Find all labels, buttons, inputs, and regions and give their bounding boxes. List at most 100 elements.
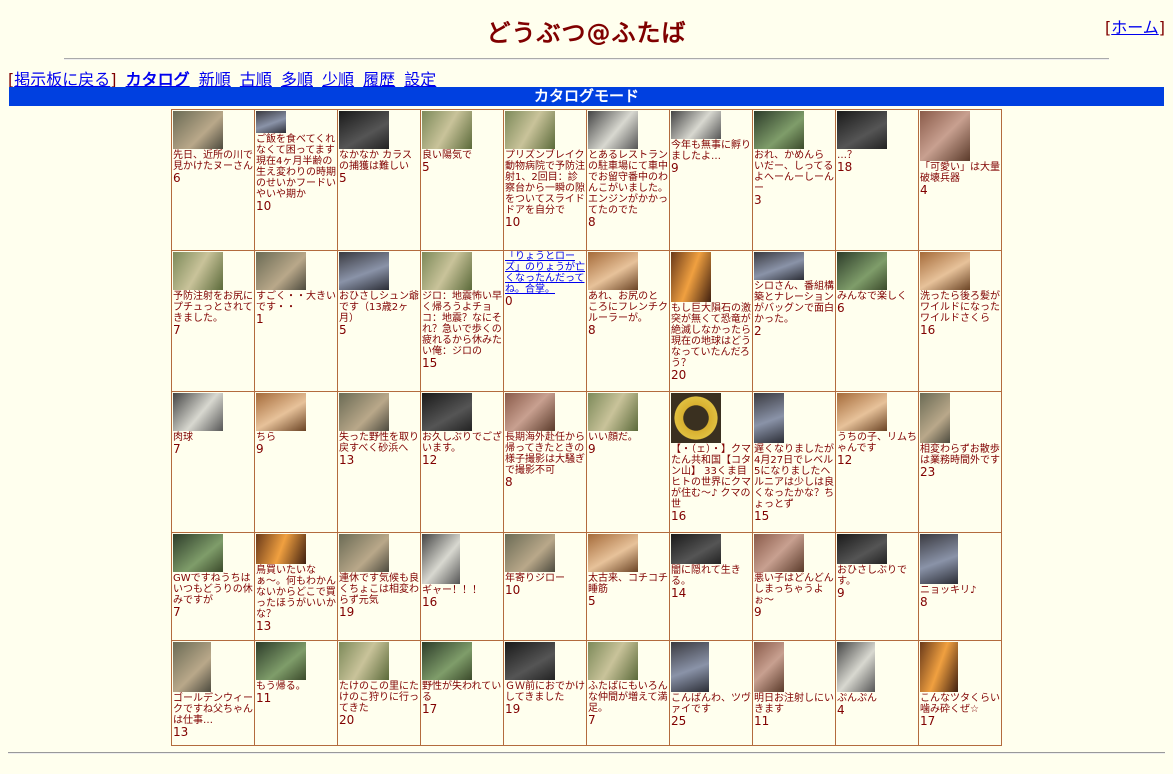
thread-cell[interactable]: たけのこの里にたけのこ狩りに行ってきた 20 bbox=[337, 640, 421, 746]
thread-cell[interactable]: ご飯を食べてくれなくて困ってます現在4ヶ月半齢の生え変わりの時期のせいかフードい… bbox=[254, 109, 338, 251]
thread-thumbnail[interactable] bbox=[588, 111, 638, 149]
thread-thumbnail[interactable] bbox=[754, 534, 804, 572]
thread-thumbnail[interactable] bbox=[920, 642, 958, 692]
thread-thumbnail[interactable] bbox=[671, 534, 721, 564]
thread-cell[interactable]: 先日、近所の川で見かけたヌーさん 6 bbox=[171, 109, 255, 251]
thread-thumbnail[interactable] bbox=[173, 393, 223, 431]
thread-cell[interactable]: こんばんわ、ツヴァイです 25 bbox=[669, 640, 753, 746]
thread-thumbnail[interactable] bbox=[837, 534, 887, 564]
thread-cell[interactable]: あれ、お尻のところにフレンチクルーラーが。 8 bbox=[586, 250, 670, 392]
thread-cell[interactable]: 肉球 7 bbox=[171, 391, 255, 533]
thread-cell[interactable]: ふたばにもいろんな仲間が増えて満足。 7 bbox=[586, 640, 670, 746]
thread-cell[interactable]: 太古来、コチコチ睡筋 5 bbox=[586, 532, 670, 641]
thread-cell[interactable]: みんなで楽しく 6 bbox=[835, 250, 919, 392]
thread-cell[interactable]: 鳥買いたいなぁ〜。何もわかんないからどこで買ったほうがいいかな？ 13 bbox=[254, 532, 338, 641]
thread-thumbnail[interactable] bbox=[339, 111, 389, 149]
thread-thumbnail[interactable] bbox=[173, 534, 223, 572]
thread-thumbnail[interactable] bbox=[422, 252, 472, 290]
thread-thumbnail[interactable] bbox=[754, 252, 804, 280]
thread-thumbnail[interactable] bbox=[422, 393, 472, 431]
thread-cell[interactable]: ニョッキリ♪ 8 bbox=[918, 532, 1002, 641]
thread-thumbnail[interactable] bbox=[256, 642, 306, 680]
thread-cell[interactable]: ギャー！！！ 16 bbox=[420, 532, 504, 641]
thread-thumbnail[interactable] bbox=[837, 393, 887, 431]
thread-cell[interactable]: おひさしシュン爺です（13歳2ヶ月） 5 bbox=[337, 250, 421, 392]
thread-cell[interactable]: 年寄りジロー 10 bbox=[503, 532, 587, 641]
thread-caption[interactable]: 「りょうとローズ」のりょうが亡くなったんだってね。合掌。 bbox=[505, 252, 586, 296]
thread-thumbnail[interactable] bbox=[339, 642, 389, 680]
thread-cell[interactable]: ジロ：地震怖い早く帰ろうよチョコ：地震？なにそれ？急いで歩くの疲れるから休みたい… bbox=[420, 250, 504, 392]
thread-cell[interactable]: うちの子、リムちゃんです 12 bbox=[835, 391, 919, 533]
thread-thumbnail[interactable] bbox=[671, 393, 721, 443]
thread-cell[interactable]: おれ、かめんらいだー、しってるよへーんーしーんー 3 bbox=[752, 109, 836, 251]
thread-thumbnail[interactable] bbox=[173, 111, 223, 149]
thread-cell[interactable]: 「可愛い」は大量破壊兵器 4 bbox=[918, 109, 1002, 251]
thread-cell[interactable]: 長期海外赴任から帰ってきたときの様子撮影は大騒ぎで撮影不可 8 bbox=[503, 391, 587, 533]
thread-cell[interactable]: …？ 18 bbox=[835, 109, 919, 251]
thread-thumbnail[interactable] bbox=[256, 252, 306, 290]
thread-cell[interactable]: 今年も無事に孵りましたよ… 9 bbox=[669, 109, 753, 251]
thread-cell[interactable]: 洗ったら後ろ髪がワイルドになったワイルドさくら 16 bbox=[918, 250, 1002, 392]
thread-thumbnail[interactable] bbox=[920, 534, 958, 584]
thread-cell[interactable]: お久しぶりでございます。 12 bbox=[420, 391, 504, 533]
thread-cell[interactable]: 悪い子はどんどんしまっちゃうよぉ〜 9 bbox=[752, 532, 836, 641]
thread-cell[interactable]: いい顔だ。 9 bbox=[586, 391, 670, 533]
thread-cell[interactable]: おひさしぶりです。 9 bbox=[835, 532, 919, 641]
thread-cell[interactable]: もう帰る。 11 bbox=[254, 640, 338, 746]
thread-thumbnail[interactable] bbox=[920, 111, 970, 161]
thread-thumbnail[interactable] bbox=[339, 252, 389, 290]
thread-cell[interactable]: 「りょうとローズ」のりょうが亡くなったんだってね。合掌。 0 bbox=[503, 250, 587, 392]
thread-thumbnail[interactable] bbox=[754, 642, 784, 692]
thread-cell[interactable]: 失った野性を取り戻すべく砂浜へ 13 bbox=[337, 391, 421, 533]
thread-cell[interactable]: プリズンブレイク動物病院で予防注射1、2回目：診察台から一瞬の隙をついてスライド… bbox=[503, 109, 587, 251]
thread-thumbnail[interactable] bbox=[588, 252, 638, 290]
thread-cell[interactable]: 闇に隠れて生きる。 14 bbox=[669, 532, 753, 641]
thread-cell[interactable]: ゴールデンウィークですね父ちゃんは仕事… 13 bbox=[171, 640, 255, 746]
thread-cell[interactable]: GWですねうちはいつもどうりの休みですが 7 bbox=[171, 532, 255, 641]
thread-cell[interactable]: 良い陽気で 5 bbox=[420, 109, 504, 251]
thread-thumbnail[interactable] bbox=[920, 252, 970, 290]
thread-thumbnail[interactable] bbox=[837, 252, 887, 290]
thread-cell[interactable]: 野性が失われている 17 bbox=[420, 640, 504, 746]
thread-thumbnail[interactable] bbox=[588, 534, 638, 572]
thread-thumbnail[interactable] bbox=[505, 642, 555, 680]
thread-cell[interactable]: こんなツタくらい噛み砕くぜ☆ 17 bbox=[918, 640, 1002, 746]
thread-cell[interactable]: 明日お注射しにいきます 11 bbox=[752, 640, 836, 746]
thread-thumbnail[interactable] bbox=[505, 393, 555, 431]
thread-cell[interactable]: ぷんぷん 4 bbox=[835, 640, 919, 746]
thread-thumbnail[interactable] bbox=[920, 393, 950, 443]
thread-cell[interactable]: ちら 9 bbox=[254, 391, 338, 533]
thread-thumbnail[interactable] bbox=[256, 534, 306, 564]
thread-thumbnail[interactable] bbox=[754, 111, 804, 149]
thread-thumbnail[interactable] bbox=[256, 393, 306, 431]
thread-thumbnail[interactable] bbox=[671, 111, 721, 139]
thread-thumbnail[interactable] bbox=[754, 393, 784, 443]
thread-thumbnail[interactable] bbox=[588, 642, 638, 680]
thread-thumbnail[interactable] bbox=[173, 642, 211, 692]
thread-thumbnail[interactable] bbox=[422, 111, 472, 149]
thread-cell[interactable]: 連休です気候も良くちょこは相変わらず元気 19 bbox=[337, 532, 421, 641]
thread-cell[interactable]: とあるレストランの駐車場にて車中でお留守番中のわんこがいました。エンジンがかかっ… bbox=[586, 109, 670, 251]
thread-thumbnail[interactable] bbox=[339, 393, 389, 431]
thread-thumbnail[interactable] bbox=[422, 534, 460, 584]
thread-thumbnail[interactable] bbox=[339, 534, 389, 572]
thread-thumbnail[interactable] bbox=[837, 111, 887, 149]
thread-thumbnail[interactable] bbox=[256, 111, 286, 133]
thread-thumbnail[interactable] bbox=[671, 252, 711, 302]
thread-cell[interactable]: 遅くなりましたが4月27日でレベル5になりましたヘルニアは少しは良くなったかな？… bbox=[752, 391, 836, 533]
thread-thumbnail[interactable] bbox=[505, 111, 555, 149]
thread-cell[interactable]: 予防注射をお尻にプチュっとされてきました。 7 bbox=[171, 250, 255, 392]
thread-thumbnail[interactable] bbox=[422, 642, 472, 680]
thread-cell[interactable]: ＧＷ前におでかけしてきました 19 bbox=[503, 640, 587, 746]
thread-cell[interactable]: 相変わらずお散歩は業務時間外です 23 bbox=[918, 391, 1002, 533]
thread-cell[interactable]: シロさん、番組構築とナレーションがバッグンで面白かった。 2 bbox=[752, 250, 836, 392]
thread-thumbnail[interactable] bbox=[173, 252, 223, 290]
thread-thumbnail[interactable] bbox=[671, 642, 709, 692]
thread-thumbnail[interactable] bbox=[505, 534, 555, 572]
thread-cell[interactable]: なかなか カラスの捕獲は難しい 5 bbox=[337, 109, 421, 251]
thread-cell[interactable]: 【・（ェ）・】クマたん共和国【コタン山】 33くま目ヒトの世界にクマが住む〜♪ … bbox=[669, 391, 753, 533]
thread-cell[interactable]: もし巨大隕石の激突が無くて恐竜が絶滅しなかったら現在の地球はどうなっていたんだろ… bbox=[669, 250, 753, 392]
thread-thumbnail[interactable] bbox=[588, 393, 638, 431]
thread-cell[interactable]: すごく・・大きいです・・ 1 bbox=[254, 250, 338, 392]
thread-thumbnail[interactable] bbox=[837, 642, 875, 692]
